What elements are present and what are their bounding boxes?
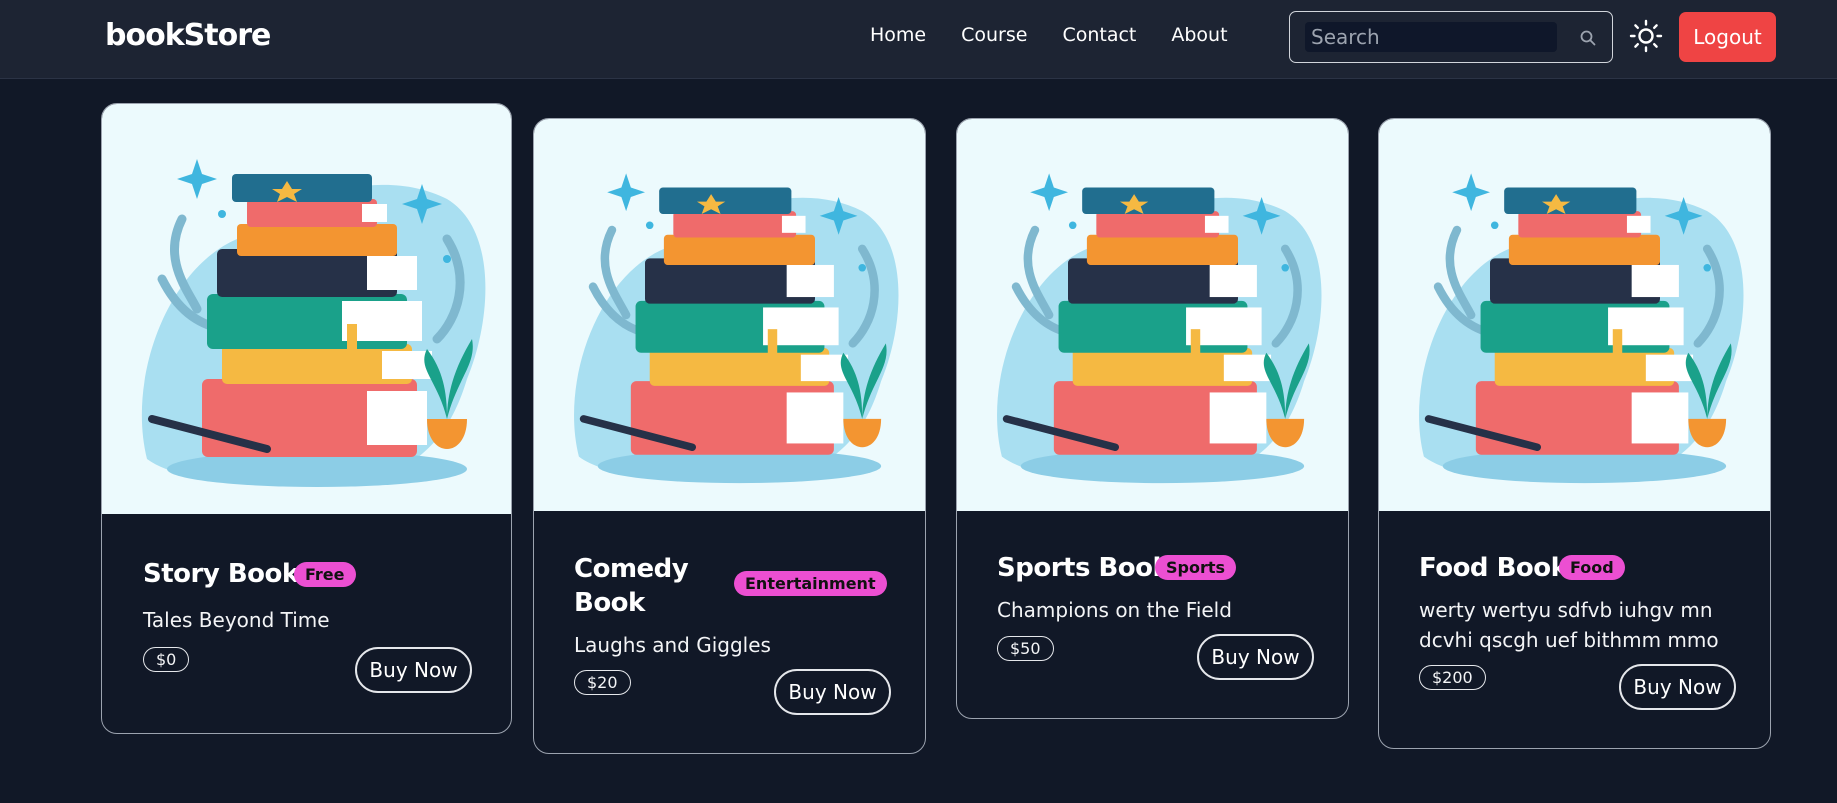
nav-link-contact[interactable]: Contact [1062, 24, 1136, 46]
book-description: Tales Beyond Time [143, 608, 330, 632]
search-input[interactable] [1305, 22, 1557, 52]
search-icon[interactable] [1578, 28, 1598, 48]
brand-logo[interactable]: bookStore [105, 18, 271, 53]
book-cover-image [1379, 119, 1770, 511]
logout-button[interactable]: Logout [1679, 12, 1776, 62]
book-card: Comedy Book Entertainment Laughs and Gig… [533, 118, 926, 754]
search-box [1289, 11, 1613, 63]
book-description: Champions on the Field [997, 598, 1232, 622]
book-description: Laughs and Giggles [574, 633, 771, 657]
navbar: bookStore Home Course Contact About Logo… [0, 0, 1837, 79]
books-illustration [1405, 145, 1745, 485]
buy-now-button[interactable]: Buy Now [355, 647, 472, 693]
price-tag: $20 [574, 670, 631, 695]
books-illustration [560, 145, 900, 485]
books-illustration [983, 145, 1323, 485]
nav-link-home[interactable]: Home [870, 24, 926, 46]
book-title: Sports Book [997, 553, 1170, 583]
sun-icon[interactable] [1629, 19, 1663, 53]
category-badge: Food [1559, 555, 1625, 580]
category-badge: Entertainment [734, 571, 887, 596]
buy-now-button[interactable]: Buy Now [1197, 634, 1314, 680]
book-title: Story Book [143, 559, 299, 589]
book-card: Sports Book Sports Champions on the Fiel… [956, 118, 1349, 719]
book-cover-image [102, 104, 511, 514]
price-tag: $200 [1419, 665, 1486, 690]
book-cover-image [957, 119, 1348, 511]
buy-now-button[interactable]: Buy Now [774, 669, 891, 715]
category-badge: Sports [1155, 555, 1237, 580]
books-illustration [127, 129, 487, 489]
book-card: Food Book Food werty wertyu sdfvb iuhgv … [1378, 118, 1771, 749]
nav-link-about[interactable]: About [1171, 24, 1227, 46]
buy-now-button[interactable]: Buy Now [1619, 664, 1736, 710]
book-cover-image [534, 119, 925, 511]
price-tag: $0 [143, 647, 190, 672]
category-badge: Free [294, 562, 356, 587]
book-title: Food Book [1419, 553, 1568, 583]
nav-links: Home Course Contact About [870, 24, 1263, 46]
book-description: werty wertyu sdfvb iuhgv mn dcvhi qscgh … [1419, 598, 1719, 652]
price-tag: $50 [997, 636, 1054, 661]
book-title: Comedy Book [574, 554, 689, 618]
book-card: Story Book Free Tales Beyond Time $0 Buy… [101, 103, 512, 734]
nav-link-course[interactable]: Course [961, 24, 1027, 46]
